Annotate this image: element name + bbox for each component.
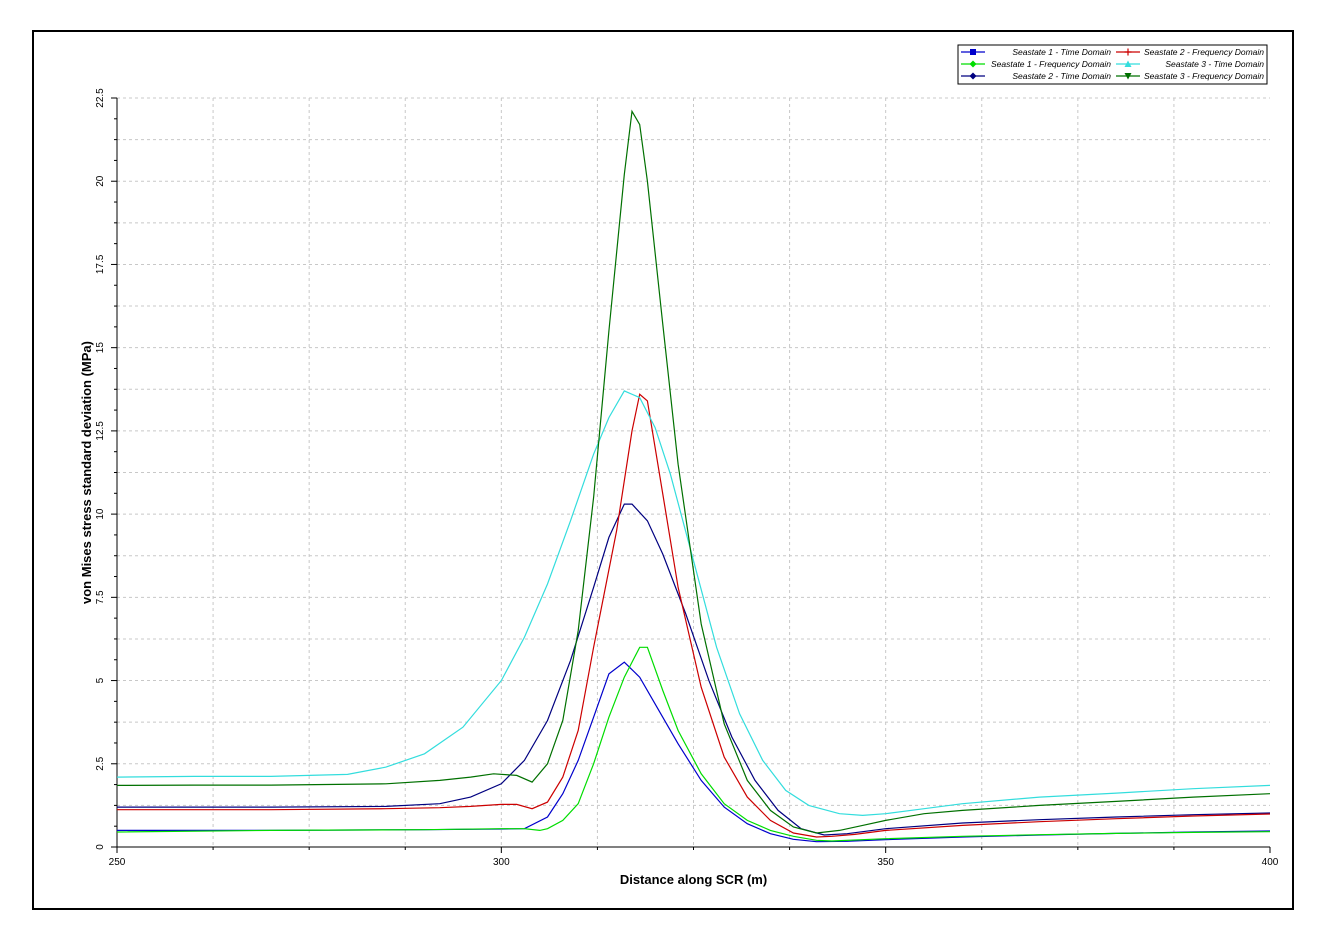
y-axis-title: von Mises stress standard deviation (MPa… (79, 341, 94, 604)
ticks: 250 300 350 400 0 2.5 5 7.5 10 12.5 15 17.5 20 22.5 (95, 88, 1279, 868)
y-tick-label: 7.5 (95, 590, 106, 604)
legend-marker (970, 49, 976, 55)
y-tick-label: 22.5 (95, 88, 106, 108)
y-tick-label: 5 (95, 677, 106, 683)
y-tick-label: 20 (95, 175, 106, 187)
y-tick-label: 10 (95, 508, 106, 520)
legend-label: Seastate 2 - Time Domain (1012, 71, 1111, 81)
x-tick-label: 250 (109, 857, 126, 868)
legend-label: Seastate 1 - Frequency Domain (991, 59, 1111, 69)
x-tick-label: 350 (877, 857, 894, 868)
x-axis-title: Distance along SCR (m) (620, 872, 767, 887)
grid (117, 97, 1270, 847)
legend-label: Seastate 1 - Time Domain (1012, 47, 1111, 57)
y-tick-label: 2.5 (95, 756, 106, 770)
legend-label: Seastate 2 - Frequency Domain (1144, 47, 1264, 57)
legend: Seastate 1 - Time Domain Seastate 1 - Fre… (957, 44, 1268, 85)
legend-label: Seastate 3 - Frequency Domain (1144, 71, 1264, 81)
legend-label: Seastate 3 - Time Domain (1165, 59, 1264, 69)
y-tick-label: 12.5 (95, 421, 106, 441)
y-tick-label: 15 (95, 342, 106, 354)
x-tick-label: 300 (493, 857, 510, 868)
x-tick-label: 400 (1262, 857, 1279, 868)
y-tick-label: 17.5 (95, 254, 106, 274)
y-tick-label: 0 (95, 844, 106, 850)
line-chart: 250 300 350 400 0 2.5 5 7.5 10 12.5 15 17.5 20 22.5 D… (79, 44, 1279, 887)
